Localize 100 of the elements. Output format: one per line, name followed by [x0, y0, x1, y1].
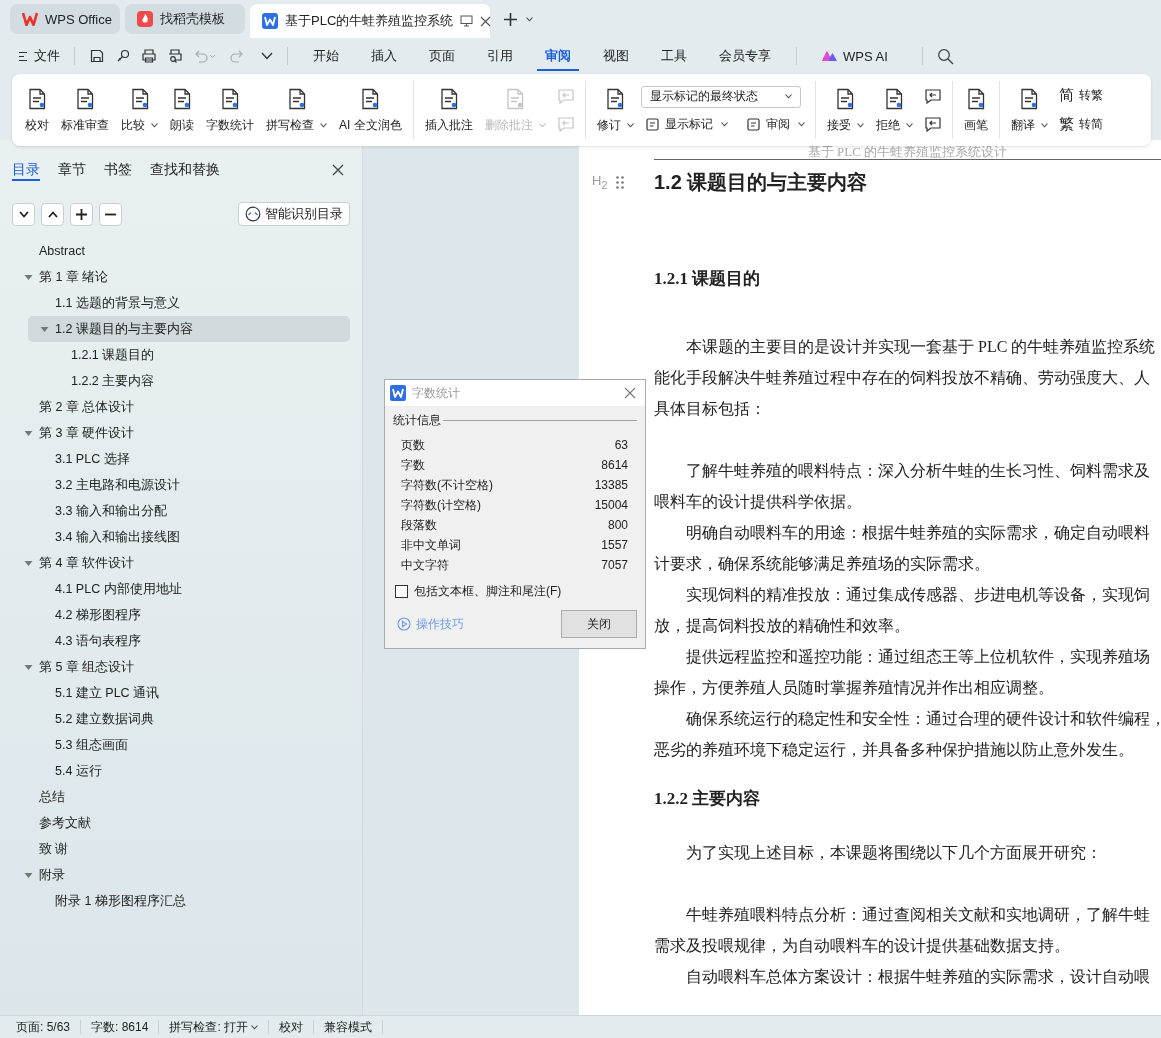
ribbon-button[interactable]: 插入批注 — [419, 82, 478, 138]
outline-item[interactable]: 参考文献 — [0, 810, 350, 836]
save-icon[interactable] — [89, 48, 105, 64]
ribbon-button[interactable]: 朗读 — [165, 82, 199, 138]
outline-item[interactable]: 第 3 章 硬件设计 — [0, 420, 350, 446]
ribbon-button[interactable]: 比较 — [116, 82, 163, 138]
outline-item[interactable]: 5.2 建立数据词典 — [0, 706, 350, 732]
caret-icon — [151, 122, 158, 128]
sidebar-tab[interactable]: 章节 — [58, 159, 86, 181]
outline-item[interactable]: 第 1 章 绪论 — [0, 264, 350, 290]
add-button[interactable] — [70, 202, 93, 226]
expand-down-button[interactable] — [12, 202, 35, 226]
ribbon-button[interactable]: 接受 — [821, 82, 869, 138]
close-button[interactable]: 关闭 — [561, 610, 637, 638]
outline-item[interactable]: 5.3 组态画面 — [0, 732, 350, 758]
plus-icon[interactable] — [503, 11, 518, 27]
paragraph-line: 本课题的主要目的是设计并实现一套基于 PLC 的牛蛙养殖监控系统， — [685, 337, 1161, 357]
caret-icon — [1040, 122, 1048, 128]
ribbon-button[interactable]: 标准审查 — [56, 82, 114, 138]
print-preview-icon[interactable] — [167, 48, 183, 64]
stat-label: 页数 — [401, 436, 425, 454]
triangle-down-icon[interactable] — [24, 558, 33, 568]
ribbon-button[interactable]: 翻译 — [1005, 82, 1053, 138]
markup-select[interactable]: 显示标记的最终状态 — [640, 85, 801, 108]
document-tab[interactable]: 基于PLC的牛蛙养殖监控系统 — [250, 4, 490, 38]
search-icon[interactable] — [936, 47, 954, 65]
ribbon-button[interactable]: 修订 — [591, 82, 639, 138]
outline-item[interactable]: 1.2.1 课题目的 — [0, 342, 350, 368]
status-item[interactable]: 拼写检查: 打开 — [159, 1020, 270, 1034]
ribbon-button[interactable]: 校对 — [20, 82, 54, 138]
ribbon-tab[interactable]: 审阅 — [537, 41, 579, 71]
triangle-down-icon[interactable] — [24, 428, 33, 438]
ribbon-button[interactable]: AI 全文润色 — [334, 82, 407, 138]
sidebar-tab[interactable]: 查找和替换 — [150, 159, 220, 181]
outline-item[interactable]: 5.1 建立 PLC 通讯 — [0, 680, 350, 706]
print-icon[interactable] — [141, 48, 157, 64]
status-item[interactable]: 校对 — [269, 1020, 315, 1034]
close-icon[interactable] — [480, 15, 492, 27]
paragraph-line: 实现饲料的精准投放：通过集成传感器、步进电机等设备，实现饲 — [685, 585, 1151, 605]
paragraph-line: 放，提高饲料投放的精确性和效率。 — [654, 616, 911, 636]
outline-item[interactable]: 5.4 运行 — [0, 758, 350, 784]
status-item[interactable]: 字数: 8614 — [81, 1020, 160, 1034]
ribbon-button[interactable]: 拒绝 — [870, 82, 918, 138]
ribbon-tab[interactable]: 开始 — [305, 41, 347, 71]
ai-button[interactable]: WPS AI — [811, 48, 908, 64]
status-item[interactable]: 兼容模式 — [314, 1020, 384, 1034]
ribbon-tab[interactable]: 工具 — [653, 41, 695, 71]
ribbon-tab[interactable]: 视图 — [595, 41, 637, 71]
ribbon-tab[interactable]: 页面 — [421, 41, 463, 71]
ribbon-button[interactable]: 繁 转简 — [1054, 113, 1107, 136]
drag-handle-icon[interactable] — [616, 175, 624, 189]
triangle-down-icon[interactable] — [24, 870, 33, 880]
outline-item[interactable]: 附录 — [0, 862, 350, 888]
outline-item[interactable]: 1.2.2 主要内容 — [0, 368, 350, 394]
outline-item[interactable]: 第 4 章 软件设计 — [0, 550, 350, 576]
document-tab[interactable]: 找稻壳模板 — [125, 4, 245, 34]
outline-item[interactable]: 总结 — [0, 784, 350, 810]
outline-item[interactable]: 3.3 输入和输出分配 — [0, 498, 350, 524]
include-checkbox[interactable]: 包括文本框、脚注和尾注(F) — [393, 583, 637, 600]
triangle-down-icon[interactable] — [24, 662, 33, 672]
outline-item[interactable]: 4.1 PLC 内部使用地址 — [0, 576, 350, 602]
status-item[interactable]: 页面: 5/63 — [6, 1020, 82, 1034]
monitor-icon[interactable] — [460, 15, 474, 27]
document-icon — [745, 116, 761, 132]
triangle-down-icon[interactable] — [24, 272, 33, 282]
close-icon[interactable] — [624, 387, 636, 399]
collapse-up-button[interactable] — [41, 202, 64, 226]
outline-item[interactable]: Abstract — [0, 238, 350, 264]
ribbon-button[interactable]: 拼写检查 — [261, 82, 332, 138]
outline-item[interactable]: 1.1 选题的背景与意义 — [0, 290, 350, 316]
outline-item[interactable]: 4.3 语句表程序 — [0, 628, 350, 654]
ribbon-button[interactable]: 字数统计 — [201, 82, 259, 138]
outline-item[interactable]: 3.4 输入和输出接线图 — [0, 524, 350, 550]
ribbon-button[interactable]: 简 转繁 — [1054, 84, 1107, 107]
ribbon-tab[interactable]: 引用 — [479, 41, 521, 71]
ribbon-tab[interactable]: 会员专享 — [711, 41, 779, 71]
ribbon-button[interactable]: 审阅 — [741, 113, 809, 135]
ribbon-tab[interactable]: 插入 — [363, 41, 405, 71]
file-menu-button[interactable]: 文件 — [18, 47, 60, 65]
paragraph-line: 牛蛙养殖喂料特点分析：通过查阅相关文献和实地调研，了解牛蛙 — [685, 905, 1151, 925]
outline-item[interactable]: 1.2 课题目的与主要内容 — [28, 316, 350, 342]
sidebar-tab[interactable]: 书签 — [104, 159, 132, 181]
ribbon-button[interactable]: 显示标记 — [640, 113, 732, 135]
outline-item[interactable]: 附录 1 梯形图程序汇总 — [0, 888, 350, 914]
close-icon[interactable] — [332, 164, 344, 176]
ribbon-button[interactable]: 画笔 — [958, 82, 993, 138]
outline-item[interactable]: 第 2 章 总体设计 — [0, 394, 350, 420]
outline-item[interactable]: 3.1 PLC 选择 — [0, 446, 350, 472]
outline-item[interactable]: 4.2 梯形图程序 — [0, 602, 350, 628]
outline-item[interactable]: 致 谢 — [0, 836, 350, 862]
ai-logo-icon — [821, 50, 838, 62]
triangle-down-icon[interactable] — [40, 324, 49, 334]
outline-item[interactable]: 3.2 主电路和电源设计 — [0, 472, 350, 498]
document-tab[interactable]: WPS Office — [10, 4, 120, 34]
outline-item[interactable]: 第 5 章 组态设计 — [0, 654, 350, 680]
w-logo-icon — [390, 385, 406, 401]
sidebar-tab[interactable]: 目录 — [12, 159, 40, 181]
chevron-down-icon[interactable] — [261, 52, 273, 60]
paragraph-line: 能化手段解决牛蛙养殖过程中存在的饲料投放不精确、劳动强度大、人 — [654, 368, 1151, 388]
smart-toc-button[interactable]: 智能识别目录 — [238, 202, 350, 226]
